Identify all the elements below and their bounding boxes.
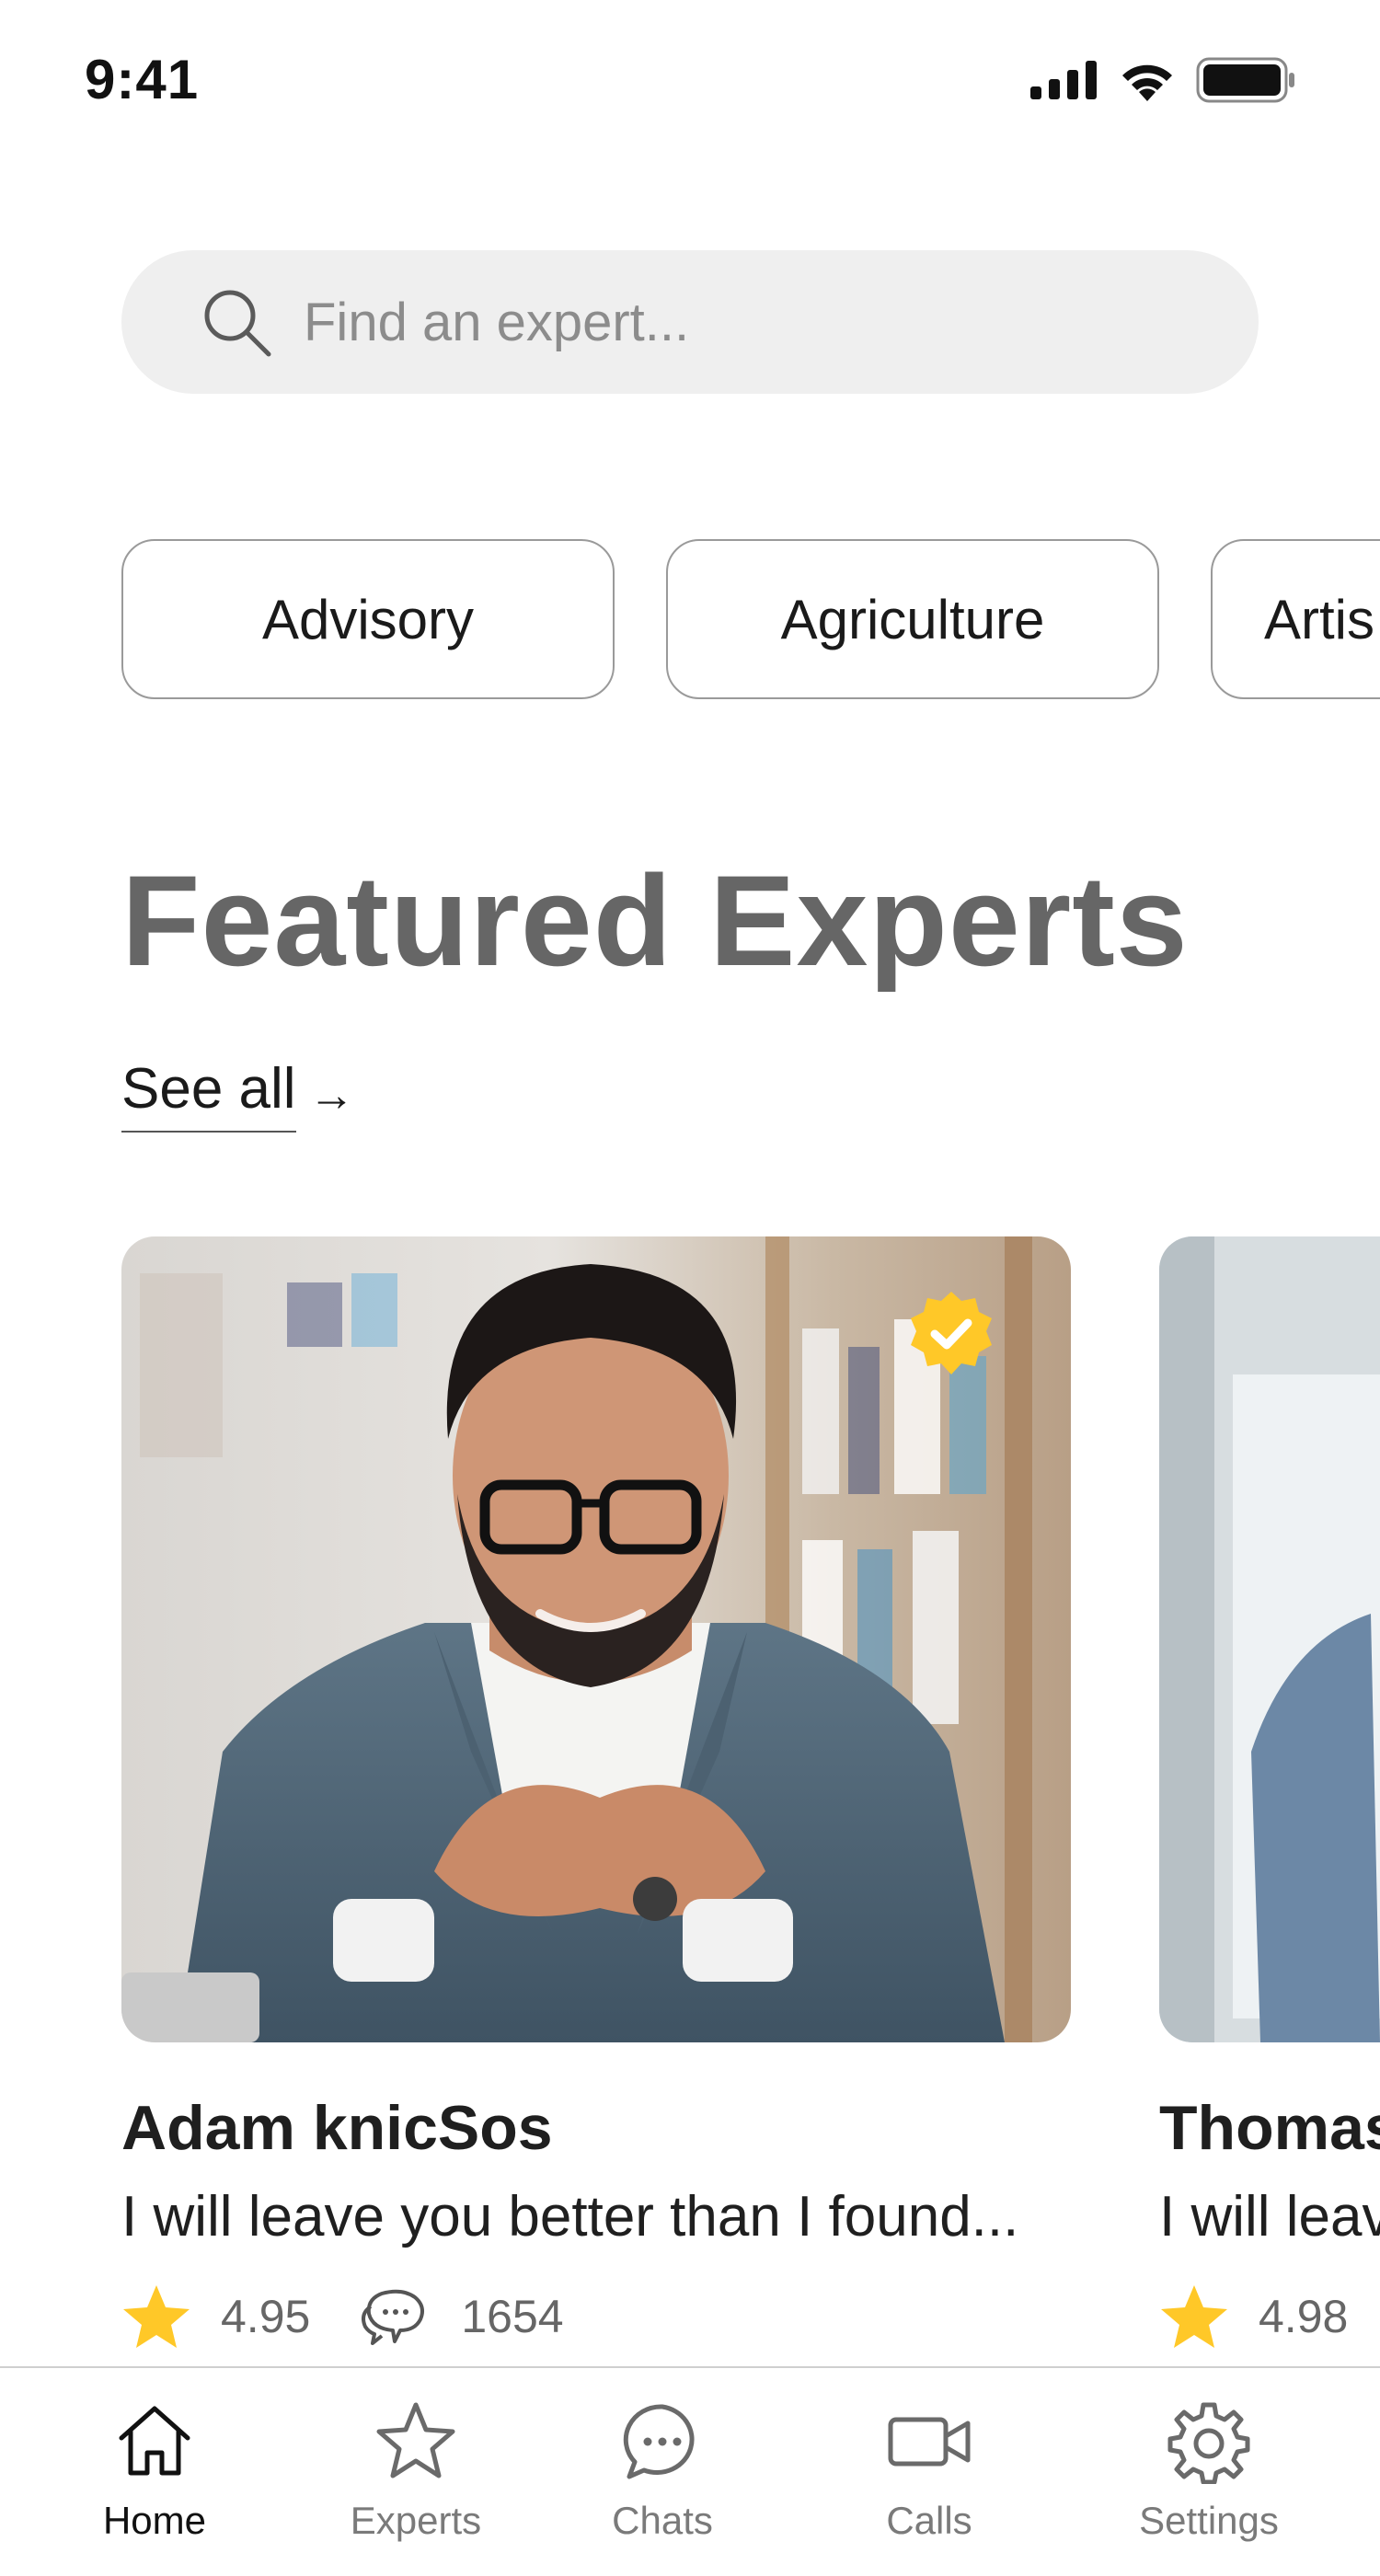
expert-stats: 4.98 [1159,2283,1348,2350]
status-bar: 9:41 [0,0,1380,166]
see-all-link[interactable]: See all → [121,1056,355,1133]
expert-card[interactable]: Adam knicSos I will leave you better tha… [121,1236,1071,2348]
chip-agriculture[interactable]: Agriculture [666,539,1159,699]
reviews-chat-icon [362,2289,425,2345]
expert-rating: 4.95 [221,2291,311,2342]
chip-advisory[interactable]: Advisory [121,539,615,699]
tab-experts[interactable]: Experts [305,2368,526,2576]
star-icon [1161,2285,1227,2348]
tab-label: Home [102,2499,207,2542]
tab-label: Calls [886,2499,972,2542]
wifi-icon [1122,64,1172,101]
tab-label: Settings [1139,2499,1279,2542]
tab-label: Chats [612,2499,713,2542]
expert-stats: 4.95 1654 [121,2283,564,2350]
search-input[interactable] [304,291,1224,353]
expert-card[interactable]: Thomas I will leav 4.98 [1159,1236,1380,2348]
status-icons [1030,57,1297,103]
expert-name: Adam knicSos [121,2093,553,2163]
tab-home[interactable]: Home [44,2368,265,2576]
tab-chats[interactable]: Chats [552,2368,773,2576]
star-icon [123,2285,190,2348]
tab-settings[interactable]: Settings [1098,2368,1319,2576]
see-all-label: See all [121,1056,296,1133]
home-icon [119,2406,190,2476]
battery-icon [1196,57,1294,103]
star-icon [376,2402,455,2478]
expert-name: Thomas [1159,2093,1380,2163]
chat-bubble-icon [623,2404,695,2479]
search-bar[interactable] [121,250,1259,394]
expert-bio: I will leave you better than I found... [121,2185,1019,2248]
category-chips: Advisory Agriculture Artis [121,539,1380,701]
expert-rating: 4.98 [1259,2291,1349,2342]
cellular-signal-icon [1030,61,1097,99]
expert-review-count: 1654 [461,2291,564,2342]
app-screen: 9:41 Find an expert... Advisory Agricult… [0,0,1380,2576]
expert-photo [121,1236,1071,2042]
video-camera-icon [888,2417,971,2467]
verified-badge-icon [911,1292,992,1374]
search-icon [204,290,271,357]
tab-label: Experts [350,2499,482,2542]
expert-cards: Adam knicSos I will leave you better tha… [121,1236,1380,2368]
tab-calls[interactable]: Calls [819,2368,1040,2576]
gear-icon [1167,2402,1250,2484]
expert-photo [1159,1236,1380,2042]
arrow-right-icon: → [308,1068,355,1121]
expert-bio: I will leav [1159,2185,1380,2248]
status-time: 9:41 [85,49,200,110]
section-title: Featured Experts [121,848,1189,993]
chip-artis[interactable]: Artis [1211,539,1380,699]
tab-bar: Home Experts Chats Calls Settings [0,2366,1380,2576]
